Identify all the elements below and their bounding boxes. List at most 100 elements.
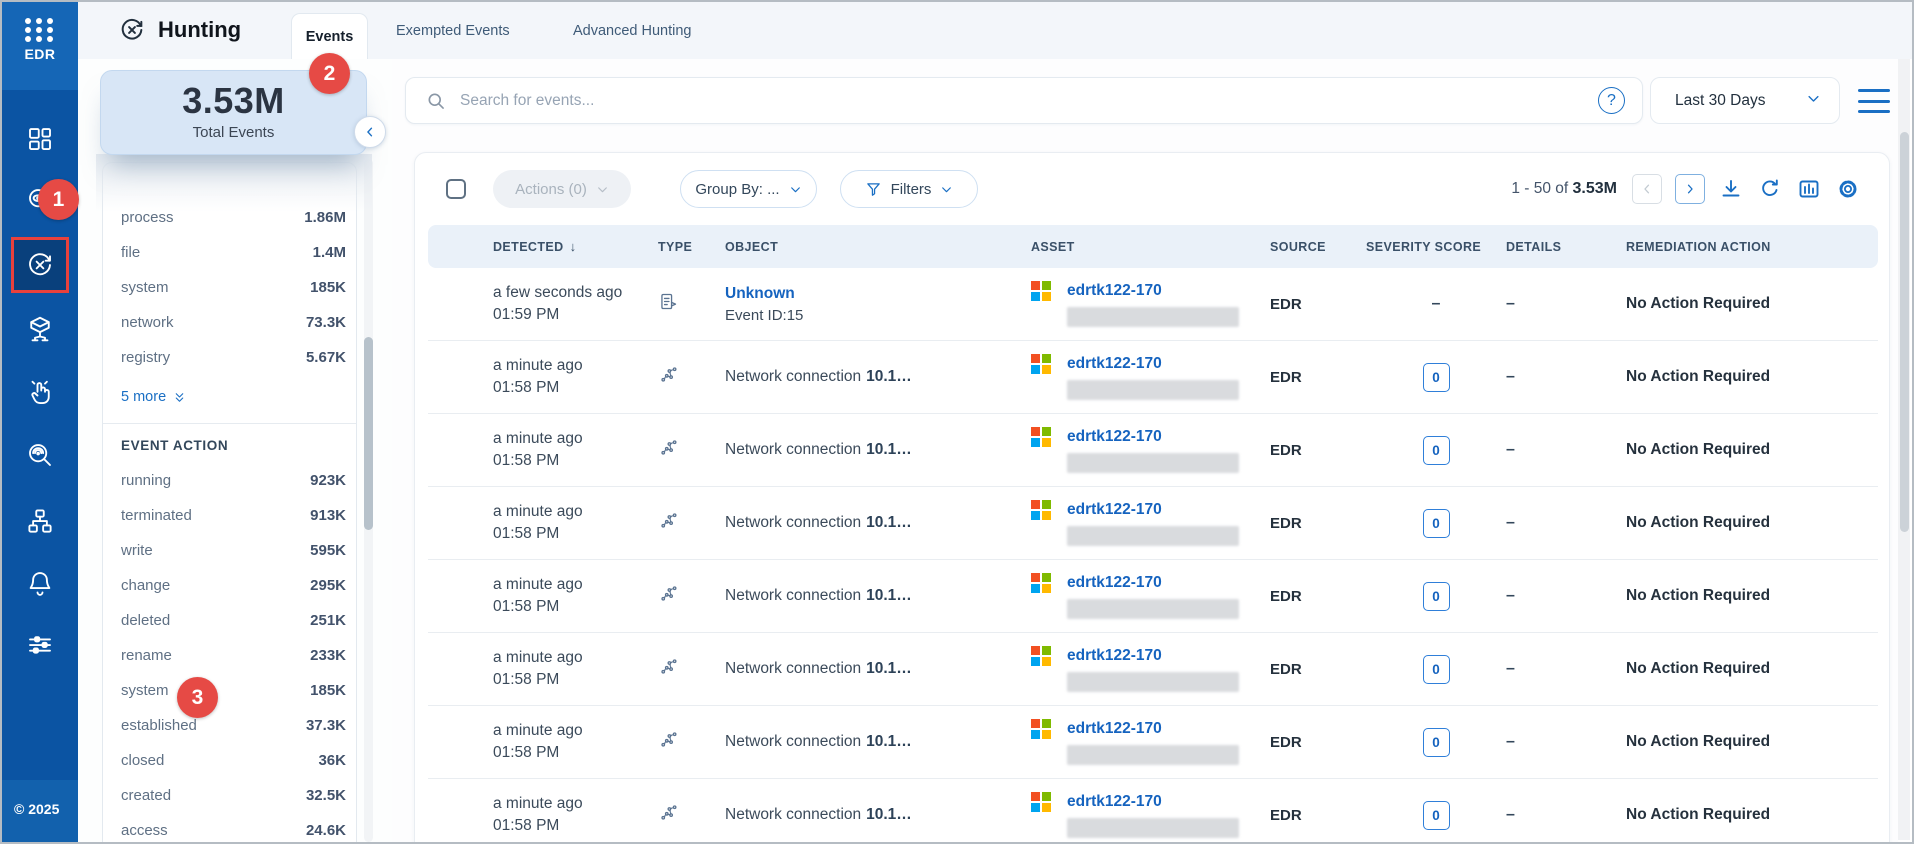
chart-view-button[interactable] [1796, 176, 1822, 202]
table-row[interactable]: a minute ago 01:58 PM Network connection… [428, 633, 1878, 706]
severity-score-badge[interactable]: 0 [1422, 654, 1450, 684]
tab-advanced-hunting[interactable]: Advanced Hunting [573, 2, 692, 59]
asset-cell: edrtk122-170 [1031, 573, 1270, 619]
col-asset[interactable]: ASSET [1031, 240, 1270, 254]
filter-list-item[interactable]: change 295K [103, 568, 356, 603]
sort-desc-icon: ↓ [569, 239, 577, 254]
asset-link[interactable]: edrtk122-170 [1067, 647, 1162, 665]
table-row[interactable]: a minute ago 01:58 PM Network connection… [428, 560, 1878, 633]
refresh-button[interactable] [1757, 176, 1783, 202]
app-switcher[interactable]: EDR [2, 2, 78, 90]
table-body: a few seconds ago 01:59 PM Unknown Event… [428, 268, 1878, 842]
severity-score-badge[interactable]: 0 [1422, 508, 1450, 538]
object-link[interactable]: Unknown [725, 285, 795, 302]
asset-link[interactable]: edrtk122-170 [1067, 282, 1162, 300]
sidebar-item-notifications[interactable] [25, 568, 55, 598]
col-detected[interactable]: DETECTED ↓ [493, 239, 658, 254]
severity-score-badge[interactable]: 0 [1422, 581, 1450, 611]
severity-score-badge[interactable]: 0 [1422, 800, 1450, 830]
filter-list-item[interactable]: process 1.86M [103, 200, 356, 235]
filter-list-item[interactable]: system 185K [103, 673, 356, 708]
page-scrollbar-thumb[interactable] [1900, 132, 1909, 532]
actions-button[interactable]: Actions (0) [493, 170, 631, 208]
table-row[interactable]: a minute ago 01:58 PM Network connection… [428, 779, 1878, 842]
detected-relative: a few seconds ago [493, 284, 623, 301]
filter-list-item[interactable]: created 32.5K [103, 778, 356, 813]
prev-page-button[interactable] [1632, 174, 1662, 204]
help-icon[interactable]: ? [1598, 87, 1625, 114]
filter-item-value: 595K [310, 542, 346, 559]
table-row[interactable]: a minute ago 01:58 PM Network connection… [428, 487, 1878, 560]
filter-list-item[interactable]: network 73.3K [103, 305, 356, 340]
sidebar-item-response[interactable] [25, 378, 55, 408]
windows-os-icon [1031, 719, 1051, 739]
group-by-button[interactable]: Group By: ... [680, 170, 817, 208]
filter-list-item[interactable]: closed 36K [103, 743, 356, 778]
filter-list-item[interactable]: deleted 251K [103, 603, 356, 638]
tab-exempted-events[interactable]: Exempted Events [396, 2, 510, 59]
filter-list-item[interactable]: established 37.3K [103, 708, 356, 743]
table-row[interactable]: a minute ago 01:58 PM Network connection… [428, 706, 1878, 779]
col-type[interactable]: TYPE [658, 240, 725, 254]
download-button[interactable] [1718, 176, 1744, 202]
filter-list-item[interactable]: terminated 913K [103, 498, 356, 533]
detected-time: 01:58 PM [493, 744, 560, 761]
filter-item-label: write [121, 542, 153, 559]
severity-score-badge[interactable]: 0 [1422, 362, 1450, 392]
asset-link[interactable]: edrtk122-170 [1067, 720, 1162, 738]
sidebar-item-settings[interactable] [25, 630, 55, 660]
asset-link[interactable]: edrtk122-170 [1067, 501, 1162, 519]
collapse-panel-button[interactable] [354, 116, 386, 148]
filter-item-label: created [121, 787, 172, 804]
filter-list-item[interactable]: write 595K [103, 533, 356, 568]
table-settings-button[interactable] [1835, 176, 1861, 202]
object-cell: Network connection 10.1… [725, 733, 1031, 751]
table-row[interactable]: a minute ago 01:58 PM Network connection… [428, 414, 1878, 487]
main-content: ? Last 30 Days Actions (0) Group By: ... [392, 59, 1898, 842]
time-range-value: Last 30 Days [1675, 91, 1766, 109]
time-range-dropdown[interactable]: Last 30 Days [1650, 77, 1840, 124]
asset-link[interactable]: edrtk122-170 [1067, 428, 1162, 446]
severity-cell: 0 [1366, 654, 1506, 684]
filter-list-item[interactable]: running 923K [103, 463, 356, 498]
filter-list-item[interactable]: system 185K [103, 270, 356, 305]
asset-link[interactable]: edrtk122-170 [1067, 355, 1162, 373]
col-object[interactable]: OBJECT [725, 240, 1031, 254]
asset-cell: edrtk122-170 [1031, 281, 1270, 327]
severity-score-badge[interactable]: 0 [1422, 727, 1450, 757]
asset-cell: edrtk122-170 [1031, 719, 1270, 765]
table-row[interactable]: a few seconds ago 01:59 PM Unknown Event… [428, 268, 1878, 341]
download-icon [1722, 180, 1740, 197]
dashboard-icon [29, 128, 51, 150]
filter-list-item[interactable]: access 24.6K [103, 813, 356, 842]
details-cell: – [1506, 733, 1515, 750]
col-source[interactable]: SOURCE [1270, 240, 1366, 254]
detected-cell: a minute ago 01:58 PM [493, 576, 658, 616]
filter-item-label: process [121, 209, 174, 226]
next-page-button[interactable] [1675, 174, 1705, 204]
type-cell [658, 437, 725, 463]
col-remediation-action[interactable]: REMEDIATION ACTION [1626, 240, 1878, 254]
filters-button[interactable]: Filters [840, 170, 978, 208]
asset-link[interactable]: edrtk122-170 [1067, 574, 1162, 592]
sidebar-item-dashboard[interactable] [25, 124, 55, 154]
col-details[interactable]: DETAILS [1506, 240, 1626, 254]
sidebar-item-hunting[interactable] [25, 250, 55, 280]
sidebar-item-topology[interactable] [25, 506, 55, 536]
remediation-cell: No Action Required [1626, 587, 1771, 604]
sidebar-item-assets[interactable] [25, 314, 55, 344]
col-severity-score[interactable]: SEVERITY SCORE [1366, 240, 1506, 254]
asset-link[interactable]: edrtk122-170 [1067, 793, 1162, 811]
table-row[interactable]: a minute ago 01:58 PM Network connection… [428, 341, 1878, 414]
search-bar: ? [405, 77, 1643, 124]
panel-scrollbar-thumb[interactable] [364, 337, 373, 530]
search-input[interactable] [460, 91, 1598, 110]
show-more-link[interactable]: 5 more [121, 383, 356, 411]
severity-score-badge[interactable]: 0 [1422, 435, 1450, 465]
select-all-checkbox[interactable] [446, 179, 466, 199]
menu-burger-icon[interactable] [1858, 89, 1890, 113]
filter-list-item[interactable]: file 1.4M [103, 235, 356, 270]
filter-list-item[interactable]: registry 5.67K [103, 340, 356, 375]
filter-list-item[interactable]: rename 233K [103, 638, 356, 673]
sidebar-item-forensics[interactable] [25, 440, 55, 470]
